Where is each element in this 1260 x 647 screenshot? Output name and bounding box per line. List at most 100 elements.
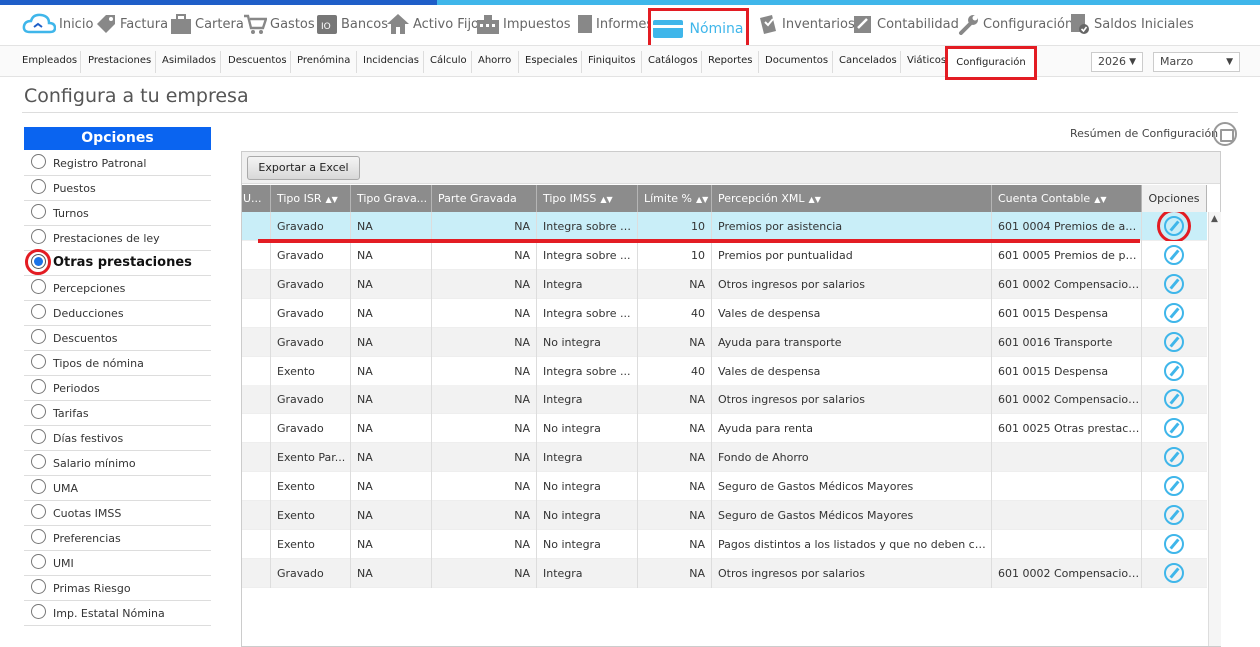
nav-saldos-iniciales[interactable]: Saldos Iniciales: [1069, 11, 1194, 37]
col-header-percepcion-xml[interactable]: Percepción XML ▲▼: [712, 185, 992, 212]
table-row[interactable]: Gravado NA NA No integra NA Ayuda para renta 6…: [242, 414, 1207, 444]
option-prestaciones-de-ley[interactable]: Prestaciones de ley: [24, 226, 211, 251]
radio-button[interactable]: [31, 379, 46, 394]
subnav-documentos[interactable]: Documentos: [765, 55, 828, 66]
col-header-parte-gravada[interactable]: Parte Gravada: [432, 185, 537, 212]
table-row[interactable]: Exento Par... NA NA Integra NA Fondo de Ahorr…: [242, 443, 1207, 473]
option-percepciones[interactable]: Percepciones: [24, 276, 211, 301]
edit-pencil-icon[interactable]: [1164, 505, 1184, 525]
option-primas-riesgo[interactable]: Primas Riesgo: [24, 576, 211, 601]
month-select[interactable]: Marzo ▼: [1153, 52, 1240, 72]
radio-button[interactable]: [31, 504, 46, 519]
col-header-cuenta-contable[interactable]: Cuenta Contable ▲▼: [992, 185, 1142, 212]
option-puestos[interactable]: Puestos: [24, 176, 211, 201]
radio-button[interactable]: [31, 204, 46, 219]
edit-pencil-icon[interactable]: [1164, 447, 1184, 468]
radio-button[interactable]: [31, 329, 46, 344]
subnav-asimilados[interactable]: Asimilados: [162, 55, 216, 66]
nav-nomina[interactable]: Nómina: [648, 8, 749, 50]
radio-button[interactable]: [31, 279, 46, 294]
radio-button[interactable]: [31, 179, 46, 194]
option-dias-festivos[interactable]: Días festivos: [24, 426, 211, 451]
subnav-ahorro[interactable]: Ahorro: [478, 55, 511, 66]
option-umi[interactable]: UMI: [24, 551, 211, 576]
subnav-configuracion[interactable]: Configuración: [945, 46, 1037, 80]
scroll-up-icon[interactable]: ▲: [1211, 214, 1218, 224]
edit-pencil-icon[interactable]: [1164, 562, 1184, 583]
table-row[interactable]: Gravado NA NA Integra sobre el ex 10 Premios …: [242, 212, 1207, 241]
table-row[interactable]: Gravado NA NA Integra sobre ... 10 Premios po…: [242, 240, 1207, 270]
table-row[interactable]: Exento NA NA No integra NA Pagos distintos a …: [242, 529, 1207, 559]
edit-pencil-icon[interactable]: [1164, 273, 1184, 294]
col-header-tipo-imss[interactable]: Tipo IMSS ▲▼: [537, 185, 638, 212]
edit-pencil-icon[interactable]: [1164, 360, 1184, 381]
option-uma[interactable]: UMA: [24, 476, 211, 501]
radio-button[interactable]: [31, 579, 46, 594]
nav-activo-fijo[interactable]: Activo Fijo: [386, 11, 479, 37]
edit-pencil-icon[interactable]: [1164, 244, 1184, 265]
table-row[interactable]: Exento NA NA No integra NA Seguro de Gastos M…: [242, 501, 1207, 530]
option-registro-patronal[interactable]: Registro Patronal: [24, 151, 211, 176]
nav-inventarios[interactable]: Inventarios: [757, 11, 855, 37]
option-periodos[interactable]: Periodos: [24, 376, 211, 401]
radio-button[interactable]: [31, 154, 46, 169]
col-header-u[interactable]: U...: [242, 185, 271, 212]
resumen-link[interactable]: Resúmen de Configuración: [1070, 127, 1218, 140]
edit-pencil-icon[interactable]: [1164, 418, 1184, 439]
radio-button[interactable]: [31, 554, 46, 569]
subnav-finiquitos[interactable]: Finiquitos: [588, 55, 636, 66]
col-header-tipo-isr[interactable]: Tipo ISR ▲▼: [271, 185, 351, 212]
export-excel-button[interactable]: Exportar a Excel: [247, 156, 360, 180]
nav-factura[interactable]: Factura: [95, 11, 168, 37]
year-select[interactable]: 2026 ▼: [1091, 52, 1143, 72]
edit-pencil-icon[interactable]: [1164, 533, 1184, 554]
option-turnos[interactable]: Turnos: [24, 201, 211, 226]
subnav-prestaciones[interactable]: Prestaciones: [88, 55, 151, 66]
table-row[interactable]: Exento NA NA No integra NA Seguro de Gastos M…: [242, 472, 1207, 502]
radio-button[interactable]: [31, 529, 46, 544]
edit-pencil-icon[interactable]: [1164, 331, 1184, 352]
option-descuentos[interactable]: Descuentos: [24, 326, 211, 351]
nav-configuracion[interactable]: Configuración: [958, 11, 1073, 37]
col-header-limite[interactable]: Límite % ▲▼: [638, 185, 712, 212]
nav-impuestos[interactable]: Impuestos: [476, 11, 571, 37]
grid-scrollbar[interactable]: ▲: [1208, 212, 1221, 646]
table-row[interactable]: Gravado NA NA Integra sobre ... 40 Vales de d…: [242, 298, 1207, 328]
subnav-calculo[interactable]: Cálculo: [430, 55, 467, 66]
nav-inicio[interactable]: Inicio: [22, 11, 93, 37]
nav-cartera[interactable]: Cartera: [170, 11, 244, 37]
option-tipos-de-nomina[interactable]: Tipos de nómina: [24, 351, 211, 376]
radio-button[interactable]: [31, 479, 46, 494]
option-tarifas[interactable]: Tarifas: [24, 401, 211, 426]
radio-button[interactable]: [31, 354, 46, 369]
table-row[interactable]: Gravado NA NA Integra NA Otros ingresos por s…: [242, 385, 1207, 415]
edit-pencil-icon[interactable]: [1164, 389, 1184, 410]
table-row[interactable]: Gravado NA NA Integra NA Otros ingresos por s…: [242, 269, 1207, 299]
radio-button[interactable]: [31, 429, 46, 444]
subnav-descuentos[interactable]: Descuentos: [228, 55, 287, 66]
subnav-incidencias[interactable]: Incidencias: [363, 55, 419, 66]
radio-button[interactable]: [31, 454, 46, 469]
subnav-cancelados[interactable]: Cancelados: [839, 55, 897, 66]
nav-contabilidad[interactable]: Contabilidad: [852, 11, 959, 37]
option-preferencias[interactable]: Preferencias: [24, 526, 211, 551]
option-imp-estatal-nomina[interactable]: Imp. Estatal Nómina: [24, 601, 211, 626]
print-icon[interactable]: [1213, 122, 1237, 146]
nav-gastos[interactable]: Gastos: [243, 11, 315, 37]
subnav-catalogos[interactable]: Catálogos: [648, 55, 698, 66]
option-deducciones[interactable]: Deducciones: [24, 301, 211, 326]
edit-pencil-icon[interactable]: [1164, 302, 1184, 323]
nav-informes[interactable]: Informes: [577, 11, 653, 37]
radio-button[interactable]: [31, 229, 46, 244]
nav-bancos[interactable]: IO Bancos: [316, 11, 388, 37]
option-otras-prestaciones[interactable]: Otras prestaciones: [24, 249, 211, 276]
option-cuotas-imss[interactable]: Cuotas IMSS: [24, 501, 211, 526]
subnav-reportes[interactable]: Reportes: [708, 55, 753, 66]
radio-button[interactable]: [31, 404, 46, 419]
edit-pencil-icon[interactable]: [1164, 476, 1184, 497]
table-row[interactable]: Gravado NA NA Integra NA Otros ingresos por s…: [242, 558, 1207, 588]
col-header-tipo-gravado[interactable]: Tipo Grava...: [351, 185, 432, 212]
subnav-especiales[interactable]: Especiales: [525, 55, 578, 66]
subnav-empleados[interactable]: Empleados: [22, 55, 77, 66]
radio-button[interactable]: [31, 604, 46, 619]
